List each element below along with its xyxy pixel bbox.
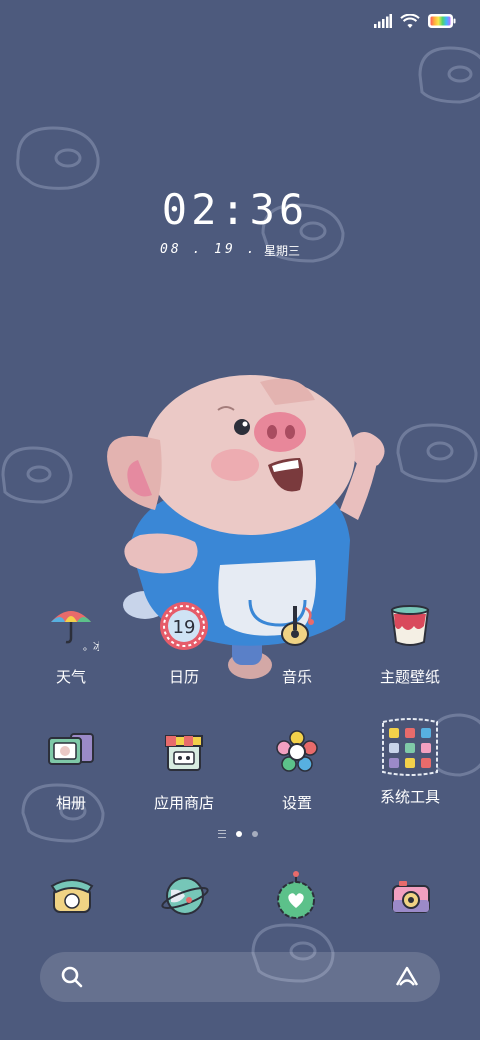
signal-icon: [374, 14, 392, 28]
pig-doodle-icon: [1, 446, 73, 504]
search-bar[interactable]: [40, 952, 440, 1002]
dock-phone[interactable]: [44, 868, 100, 924]
system-tools-folder-icon: [379, 714, 441, 780]
pig-doodle-icon: [396, 423, 478, 483]
app-label: 系统工具: [379, 788, 440, 806]
page-dot-active[interactable]: [236, 831, 242, 837]
app-label: 音乐: [281, 668, 312, 686]
browser-globe-icon: [161, 877, 209, 915]
app-theme[interactable]: 主题壁纸: [355, 598, 465, 687]
camera-icon: [392, 881, 430, 913]
status-bar: [374, 10, 456, 32]
settings-flower-icon: [269, 724, 325, 780]
calendar-icon: 19: [156, 598, 212, 654]
app-label: 日历: [168, 668, 199, 686]
dock-camera[interactable]: [383, 868, 439, 924]
page-indicator[interactable]: [218, 830, 258, 838]
app-store[interactable]: 应用商店: [129, 724, 239, 813]
lock-weekday: 星期三: [264, 244, 301, 258]
app-settings[interactable]: 设置: [242, 724, 352, 813]
gallery-icon: [43, 724, 99, 780]
calendar-day: 19: [173, 617, 196, 638]
app-music[interactable]: 音乐: [242, 598, 352, 687]
app-weather[interactable]: 。冰 天气: [16, 598, 126, 687]
app-label: 天气: [55, 668, 86, 686]
weather-sub-label: 。冰: [83, 640, 99, 653]
assistant-a-icon[interactable]: [394, 965, 420, 989]
app-store-icon: [156, 724, 212, 780]
lock-clock[interactable]: 02:36: [0, 185, 470, 234]
theme-paint-icon: [382, 598, 438, 654]
app-gallery[interactable]: 相册: [16, 724, 126, 813]
battery-icon: [428, 14, 456, 28]
pig-doodle-icon: [418, 46, 480, 104]
phone-icon: [50, 879, 94, 913]
search-icon[interactable]: [60, 965, 84, 989]
app-label: 相册: [55, 794, 86, 812]
app-label: 主题壁纸: [379, 668, 440, 686]
weather-umbrella-icon: 。冰: [43, 598, 99, 654]
lock-date: 08 . 19 .: [160, 242, 258, 257]
app-label: 应用商店: [153, 794, 214, 812]
wifi-icon: [400, 13, 420, 28]
page-dot[interactable]: [252, 831, 258, 837]
dock-browser[interactable]: [157, 868, 213, 924]
dock-messages[interactable]: [268, 868, 324, 924]
menu-lines-icon: [218, 830, 226, 838]
app-label: 设置: [281, 794, 312, 812]
app-calendar[interactable]: 19 日历: [129, 598, 239, 687]
app-system-tools-folder[interactable]: 系统工具: [355, 714, 465, 807]
messages-heart-icon: [277, 871, 315, 919]
music-icon: [269, 598, 325, 654]
